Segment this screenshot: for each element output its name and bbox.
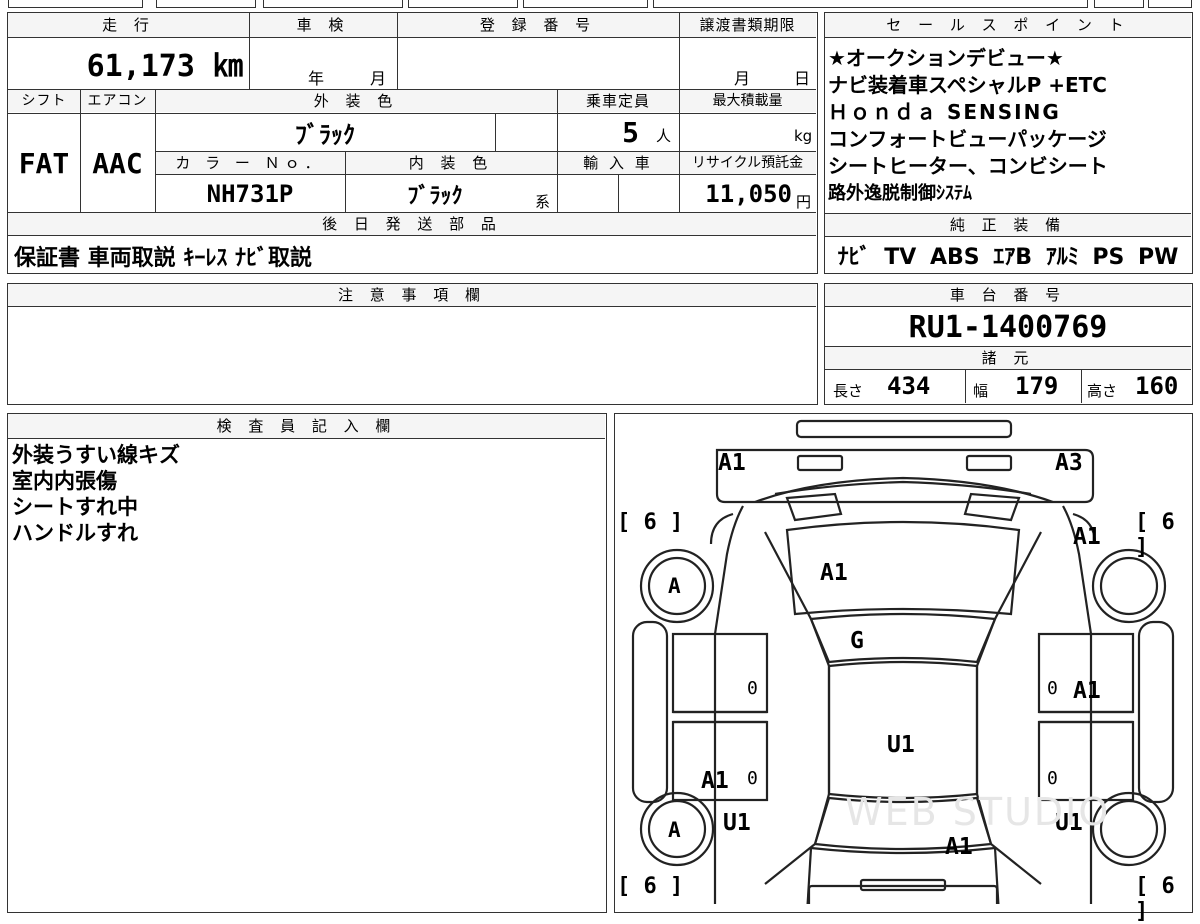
- car-diagram: A1 A3 [ 6 ] [ 6 ] [ 6 ] [ 6 ] A1 A1 A G …: [614, 413, 1193, 924]
- inspection-month-label: 月: [370, 69, 387, 88]
- specs-header: 諸 元: [825, 347, 1191, 369]
- max-load-unit: kg: [794, 127, 813, 145]
- right-rear-door-damage-code: 0: [1047, 768, 1058, 789]
- inspector-note: 外装うすい線キズ: [12, 443, 180, 467]
- aircon-header: エアコン: [80, 90, 155, 112]
- shift-header: シフト: [8, 90, 80, 112]
- capacity-value: 5: [622, 115, 639, 149]
- sales-point-header: セ ー ル ス ポ イ ン ト: [825, 13, 1191, 37]
- front-left-damage: A1: [718, 450, 746, 476]
- height-label: 高さ: [1087, 382, 1118, 400]
- caution-header: 注 意 事 項 欄: [8, 284, 816, 306]
- shift-value: FAT: [18, 146, 70, 180]
- length-value: 434: [887, 372, 931, 400]
- inspection-header: 車 検: [249, 13, 397, 37]
- left-front-door-damage: 0: [747, 678, 758, 699]
- chassis-number: RU1-1400769: [908, 309, 1108, 345]
- genuine-equipment-header: 純 正 装 備: [825, 214, 1191, 236]
- inspector-note: シートすれ中: [12, 495, 138, 519]
- max-load-header: 最大積載量: [679, 90, 816, 112]
- rr-tire-tread: [ 6 ]: [1135, 874, 1175, 924]
- import-header: 輸 入 車: [557, 152, 679, 174]
- transfer-day-label: 日: [794, 69, 811, 88]
- chassis-header: 車 台 番 号: [825, 284, 1191, 306]
- inspector-note: 室内内張傷: [12, 469, 117, 493]
- caution-box: 注 意 事 項 欄: [7, 283, 818, 405]
- transfer-deadline-header: 譲渡書類期限: [679, 13, 816, 37]
- recycle-header: リサイクル預託金: [679, 152, 816, 174]
- inspector-header: 検 査 員 記 入 欄: [8, 414, 605, 438]
- rl-tire-tread: [ 6 ]: [617, 874, 684, 899]
- sales-point-line: コンフォートビューパッケージ: [828, 127, 1107, 151]
- height-value: 160: [1135, 372, 1179, 400]
- interior-color-value: ﾌﾞﾗｯｸ: [407, 183, 463, 209]
- mileage-header: 走 行: [8, 13, 249, 37]
- transfer-month-label: 月: [734, 69, 751, 88]
- inspector-note: ハンドルすれ: [12, 521, 138, 545]
- vehicle-info-table: 走 行 車 検 登 録 番 号 譲渡書類期限 61,173 ㎞ 年 月 月 日 …: [7, 12, 818, 274]
- capacity-unit: 人: [656, 127, 672, 145]
- left-rear-door-damage: A1: [701, 768, 729, 794]
- fl-tire-tread: [ 6 ]: [617, 510, 684, 535]
- left-rear-wheel-damage: A: [668, 818, 681, 842]
- interior-color-suffix: 系: [535, 193, 551, 211]
- later-parts-header: 後 日 発 送 部 品: [8, 213, 816, 235]
- left-front-wheel-damage: A: [668, 574, 681, 598]
- front-right-damage: A3: [1055, 450, 1083, 476]
- roof-damage: U1: [887, 732, 915, 758]
- exterior-color-header: 外 装 色: [155, 90, 557, 112]
- length-label: 長さ: [833, 382, 864, 400]
- hood-damage: A1: [820, 560, 848, 586]
- windshield-damage: G: [850, 628, 864, 654]
- later-parts-value: 保証書 車両取説 ｷｰﾚｽ ﾅﾋﾞ取説: [14, 246, 312, 271]
- width-label: 幅: [973, 382, 989, 400]
- recycle-unit: 円: [796, 193, 812, 211]
- recycle-value: 11,050: [705, 179, 792, 208]
- mileage-value: 61,173 ㎞: [86, 49, 243, 84]
- watermark: WEB STUDIO: [845, 790, 1111, 834]
- left-rear-door-damage-code: 0: [747, 768, 758, 789]
- color-no-header: カ ラ ー Ｎｏ．: [155, 152, 345, 174]
- sales-point-line: Ｈｏｎｄａ SENSING: [828, 100, 1061, 124]
- exterior-color-value: ﾌﾞﾗｯｸ: [295, 120, 355, 149]
- sales-point-box: セ ー ル ス ポ イ ン ト ★オークションデビュー★ ナビ装着車スペシャルP…: [824, 12, 1193, 274]
- inspector-notes: 外装うすい線キズ 室内内張傷 シートすれ中 ハンドルすれ: [12, 442, 180, 546]
- interior-color-header: 内 装 色: [345, 152, 557, 174]
- right-fender-damage: A1: [1073, 524, 1101, 550]
- rear-hatch-damage: A1: [945, 834, 973, 860]
- right-front-door-damage: A1: [1073, 678, 1101, 704]
- top-strip: [8, 0, 1192, 8]
- genuine-equipment-value: ﾅﾋﾞ TV ABS ｴｱB ｱﾙﾐ PS PW: [837, 245, 1179, 270]
- sales-point-line: 路外逸脱制御ｼｽﾃﾑ: [828, 183, 972, 204]
- chassis-box: 車 台 番 号 RU1-1400769 諸 元 長さ 434 幅 179 高さ …: [824, 283, 1193, 405]
- sales-point-line: ナビ装着車スペシャルP +ETC: [828, 73, 1107, 97]
- width-value: 179: [1015, 372, 1059, 400]
- aircon-value: AAC: [92, 146, 143, 180]
- sales-point-lines: ★オークションデビュー★ ナビ装着車スペシャルP +ETC Ｈｏｎｄａ SENS…: [828, 45, 1108, 207]
- capacity-header: 乗車定員: [557, 90, 679, 112]
- right-front-door-damage-code: 0: [1047, 678, 1058, 699]
- inspector-box: 検 査 員 記 入 欄 外装うすい線キズ 室内内張傷 シートすれ中 ハンドルすれ: [7, 413, 607, 913]
- inspection-year-label: 年: [308, 69, 325, 88]
- sales-point-line: ★オークションデビュー★: [828, 46, 1064, 70]
- registration-header: 登 録 番 号: [397, 13, 679, 37]
- color-no-value: NH731P: [206, 179, 294, 208]
- sales-point-line: シートヒーター、コンビシート: [828, 154, 1108, 178]
- left-quarter-damage: U1: [723, 810, 751, 836]
- fr-tire-tread: [ 6 ]: [1135, 510, 1175, 560]
